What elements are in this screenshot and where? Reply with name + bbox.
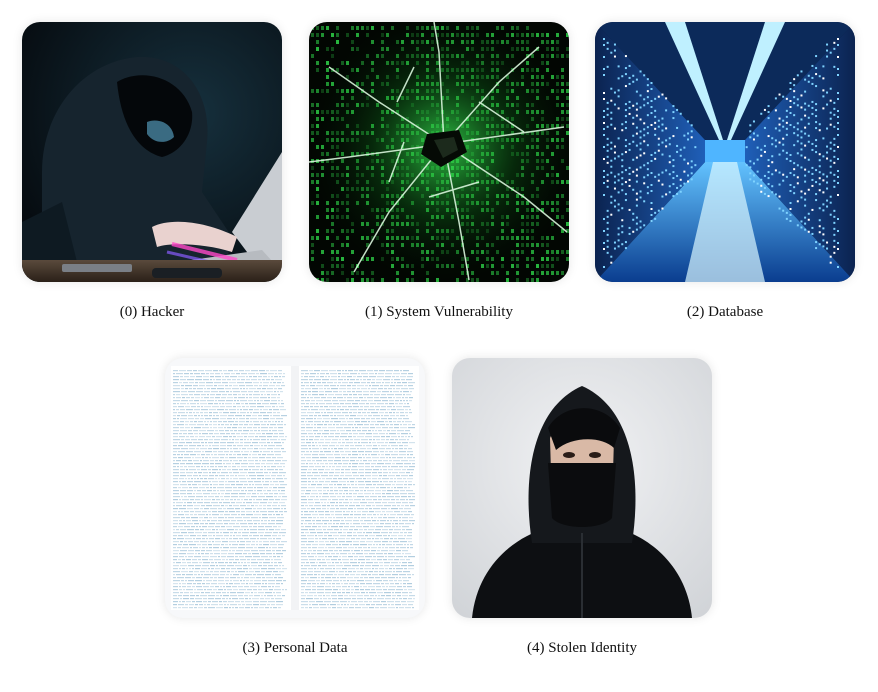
caption-database: (2) Database [686,304,764,320]
masked-person-image [452,358,712,618]
caption-hacker: (0) Hacker [119,304,185,320]
server-room-image [595,22,855,282]
caption-stolen-identity: (4) Stolen Identity [527,640,637,656]
gallery-card-personal-data[interactable]: (3) Personal Data [165,358,425,656]
image-gallery: (0) Hacker (1) System Vulnerability (2) … [0,0,878,692]
caption-system-vulnerability: (1) System Vulnerability [365,304,513,320]
data-pages-image [165,358,425,618]
gallery-card-database[interactable]: (2) Database [595,22,855,320]
gallery-card-stolen-identity[interactable]: (4) Stolen Identity [452,358,712,656]
shattered-code-image [309,22,569,282]
gallery-card-hacker[interactable]: (0) Hacker [22,22,282,320]
gallery-card-system-vulnerability[interactable]: (1) System Vulnerability [309,22,569,320]
hacker-image [22,22,282,282]
caption-personal-data: (3) Personal Data [242,640,348,656]
